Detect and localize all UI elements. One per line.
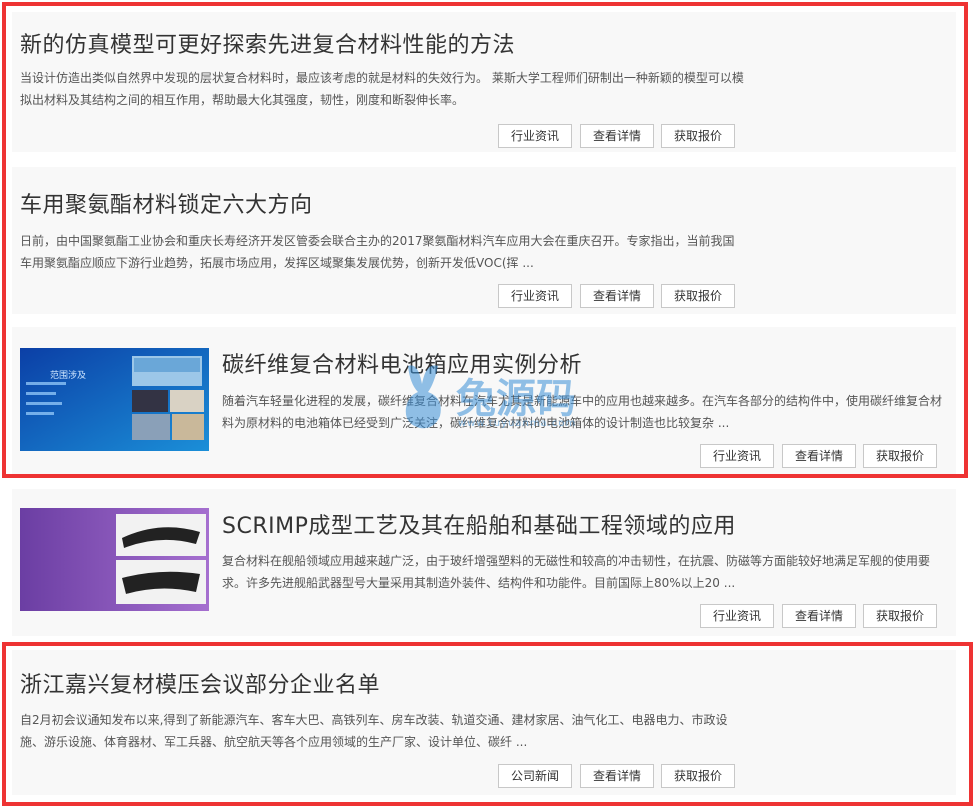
article-thumbnail[interactable] <box>20 508 209 611</box>
watermark-text: 兔源码 <box>456 376 576 422</box>
article-title[interactable]: SCRIMP成型工艺及其在船舶和基础工程领域的应用 <box>222 508 736 540</box>
detail-button[interactable]: 查看详情 <box>782 604 856 628</box>
watermark-logo: 兔源码 www.tuyuanma.com <box>398 362 628 442</box>
thumbnail-image <box>20 508 209 611</box>
article-desc: 复合材料在舰船领域应用越来越广泛，由于玻纤增强塑料的无磁性和较高的冲击韧性，在抗… <box>222 554 931 590</box>
rabbit-icon <box>405 365 441 429</box>
tag-button[interactable]: 行业资讯 <box>700 604 774 628</box>
quote-button[interactable]: 获取报价 <box>863 604 937 628</box>
highlight-frame-bottom <box>2 642 973 806</box>
watermark-url: www.tuyuanma.com <box>458 418 577 429</box>
